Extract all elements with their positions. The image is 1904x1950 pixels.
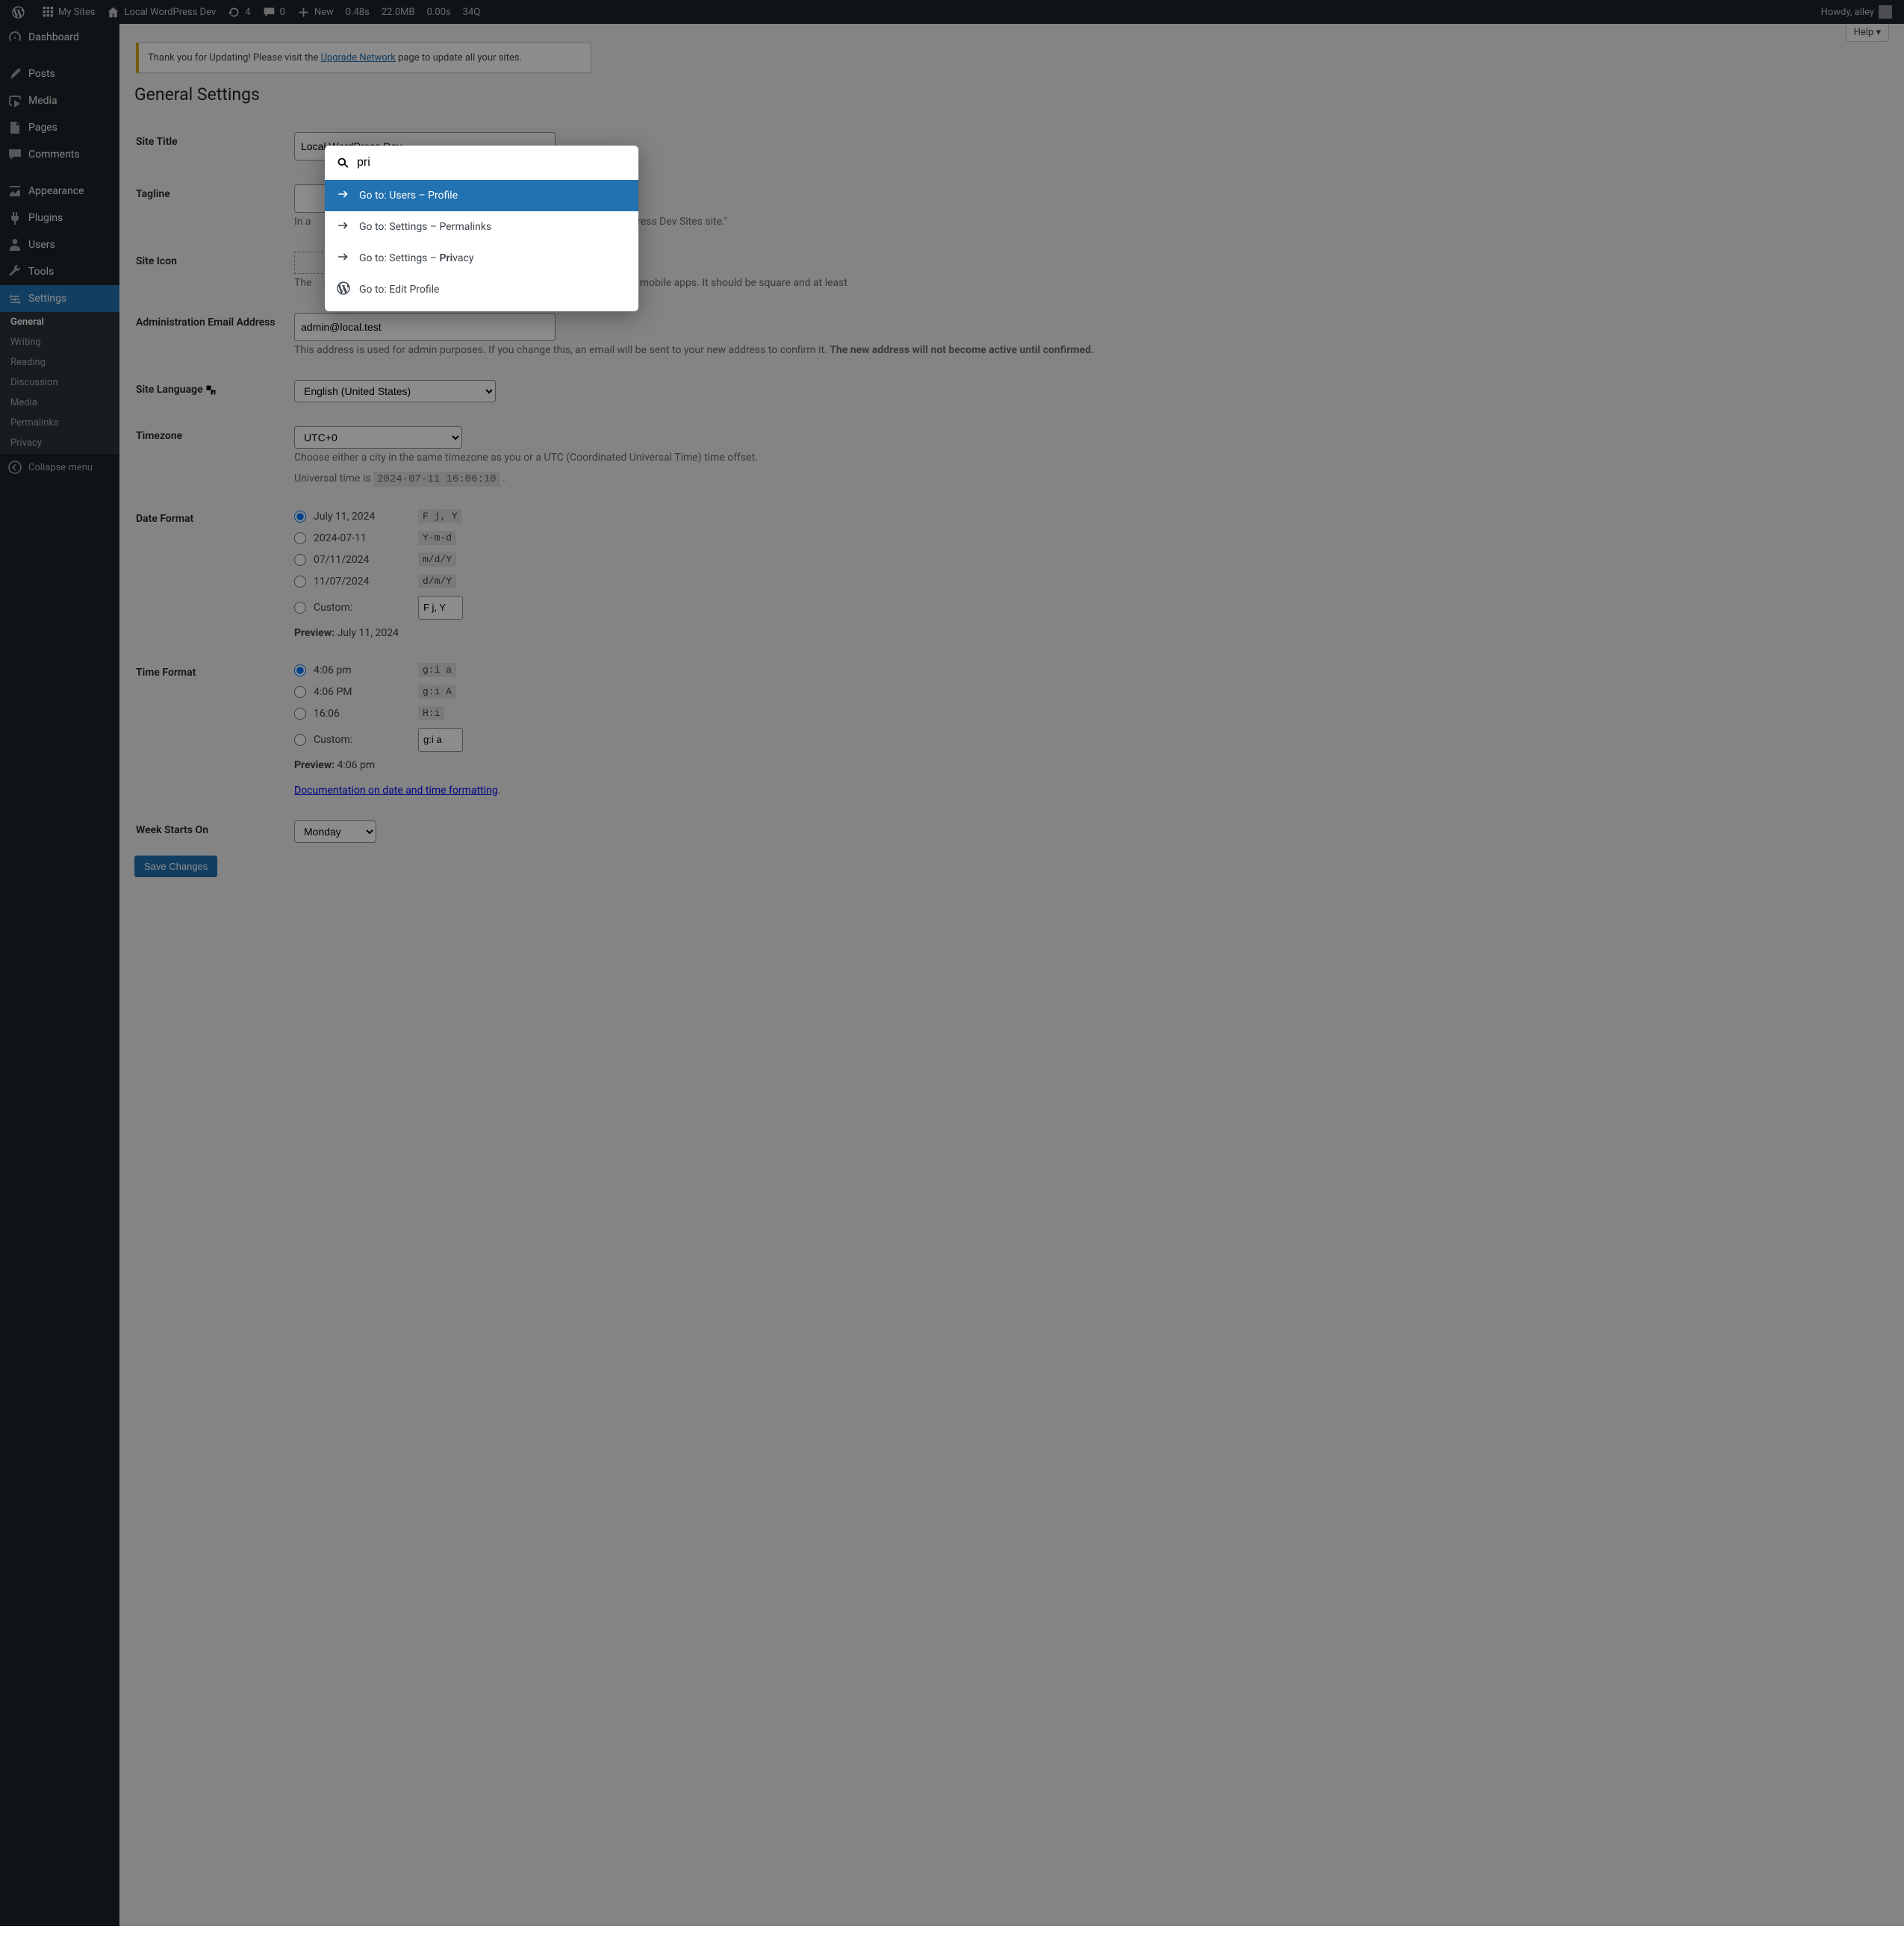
search-icon (337, 157, 349, 169)
palette-result-label: Go to: Edit Profile (359, 284, 439, 296)
palette-results: Go to: Users – Profile Go to: Settings – … (325, 180, 638, 311)
arrow-right-icon (337, 250, 350, 267)
palette-result[interactable]: Go to: Users – Profile (325, 180, 638, 211)
palette-result-label: Go to: Users – Profile (359, 190, 458, 202)
wordpress-icon (337, 281, 350, 298)
palette-search-input[interactable] (357, 156, 626, 169)
palette-result-label: Go to: Settings – Permalinks (359, 221, 491, 233)
palette-result[interactable]: Go to: Edit Profile (325, 274, 638, 305)
palette-result[interactable]: Go to: Settings – Permalinks (325, 211, 638, 243)
palette-result[interactable]: Go to: Settings – Privacy (325, 243, 638, 274)
arrow-right-icon (337, 187, 350, 204)
palette-search-row (325, 146, 638, 180)
arrow-right-icon (337, 219, 350, 235)
command-palette: Go to: Users – Profile Go to: Settings – … (325, 146, 638, 311)
palette-result-label: Go to: Settings – Privacy (359, 252, 473, 264)
modal-overlay[interactable] (0, 0, 1904, 1926)
